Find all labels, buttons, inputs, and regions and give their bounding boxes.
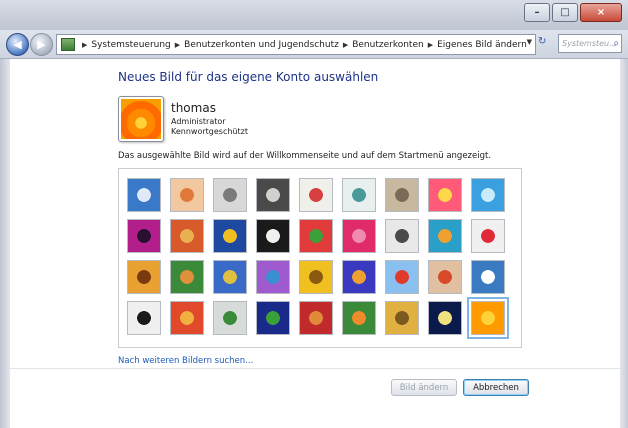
breadcrumb-separator-icon[interactable]: ▶ <box>343 41 348 49</box>
chevron-down-icon[interactable]: ▼ <box>527 38 532 46</box>
close-button[interactable]: × <box>580 3 622 22</box>
orange-flower-icon <box>121 99 161 139</box>
current-user-picture <box>118 96 164 142</box>
lantern-icon[interactable] <box>428 301 462 335</box>
doll-icon[interactable] <box>428 260 462 294</box>
crayons-icon[interactable] <box>299 219 333 253</box>
orange-flower-icon[interactable] <box>467 297 509 339</box>
picture-grid <box>118 168 522 348</box>
dog-icon[interactable] <box>256 219 290 253</box>
paper-crane-icon[interactable] <box>471 219 505 253</box>
breadcrumb-separator-icon[interactable]: ▶ <box>82 41 87 49</box>
search-input[interactable]: Systemsteu... ⌕ <box>558 34 622 53</box>
search-placeholder: Systemsteu... <box>562 39 617 48</box>
picture-description: Das ausgewählte Bild wird auf der Willko… <box>118 151 492 161</box>
red-flower-icon[interactable] <box>428 178 462 212</box>
spiral-shell-icon[interactable] <box>385 301 419 335</box>
breadcrumb-item[interactable]: Eigenes Bild ändern <box>437 40 527 50</box>
guitar-icon[interactable] <box>127 260 161 294</box>
divider <box>10 368 620 369</box>
sailboat-icon[interactable] <box>471 260 505 294</box>
lucky-cat-icon[interactable] <box>299 178 333 212</box>
page-title: Neues Bild für das eigene Konto auswähle… <box>118 70 379 84</box>
pinwheel-icon[interactable] <box>471 178 505 212</box>
cancel-button[interactable]: Abbrechen <box>463 379 529 396</box>
jacks-icon[interactable] <box>385 219 419 253</box>
address-bar[interactable]: ▶ Systemsteuerung ▶ Benutzerkonten und Juge… <box>56 34 536 55</box>
scarf-icon[interactable] <box>299 301 333 335</box>
starfish-icon[interactable] <box>170 178 204 212</box>
window-icon[interactable] <box>256 301 290 335</box>
navigation-bar: ◀ ▶ ▶ Systemsteuerung ▶ Benutzerkonten und … <box>0 30 628 59</box>
user-role: Administrator <box>171 117 226 126</box>
browse-more-pictures-link[interactable]: Nach weiteren Bildern suchen... <box>118 356 253 366</box>
title-bar: – □ × <box>0 0 628 30</box>
minimize-button[interactable]: – <box>524 3 550 22</box>
back-button[interactable]: ◀ <box>6 33 29 56</box>
sunflower-icon[interactable] <box>299 260 333 294</box>
purple-ball-icon[interactable] <box>127 219 161 253</box>
monarch-butterfly-icon[interactable] <box>342 301 376 335</box>
breadcrumb-separator-icon[interactable]: ▶ <box>175 41 180 49</box>
breadcrumb-item[interactable]: Benutzerkonten und Jugendschutz <box>184 40 339 50</box>
robot-icon[interactable] <box>213 178 247 212</box>
striped-cloth-icon[interactable] <box>170 301 204 335</box>
user-name: thomas <box>171 101 216 115</box>
breadcrumb: ▶ Systemsteuerung ▶ Benutzerkonten und Juge… <box>78 40 527 50</box>
yellow-leaf-icon[interactable] <box>213 219 247 253</box>
fabric-icon[interactable] <box>256 260 290 294</box>
pink-leaf-icon[interactable] <box>342 219 376 253</box>
puppy-icon[interactable] <box>170 260 204 294</box>
record-player-icon[interactable] <box>256 178 290 212</box>
refresh-icon[interactable]: ↻ <box>538 36 552 50</box>
ferris-wheel-icon[interactable] <box>127 178 161 212</box>
marbles-icon[interactable] <box>213 301 247 335</box>
breadcrumb-item[interactable]: Benutzerkonten <box>352 40 423 50</box>
search-icon[interactable]: ⌕ <box>613 38 619 49</box>
soccer-ball-icon[interactable] <box>127 301 161 335</box>
globe-icon[interactable] <box>342 178 376 212</box>
breadcrumb-item[interactable]: Systemsteuerung <box>91 40 170 50</box>
control-panel-icon <box>61 38 75 51</box>
change-picture-button[interactable]: Bild ändern <box>391 379 457 396</box>
textile-icon[interactable] <box>170 219 204 253</box>
maximize-button[interactable]: □ <box>552 3 578 22</box>
stairs-icon[interactable] <box>428 219 462 253</box>
toy-robot-icon[interactable] <box>213 260 247 294</box>
hot-air-balloon-icon[interactable] <box>385 260 419 294</box>
window-frame-left <box>0 59 10 428</box>
window-frame-right <box>620 59 628 428</box>
breadcrumb-separator-icon[interactable]: ▶ <box>428 41 433 49</box>
butterfly-icon[interactable] <box>342 260 376 294</box>
user-password-status: Kennwortgeschützt <box>171 127 248 136</box>
window-controls: – □ × <box>524 3 622 22</box>
kitten-icon[interactable] <box>385 178 419 212</box>
forward-button[interactable]: ▶ <box>30 33 53 56</box>
